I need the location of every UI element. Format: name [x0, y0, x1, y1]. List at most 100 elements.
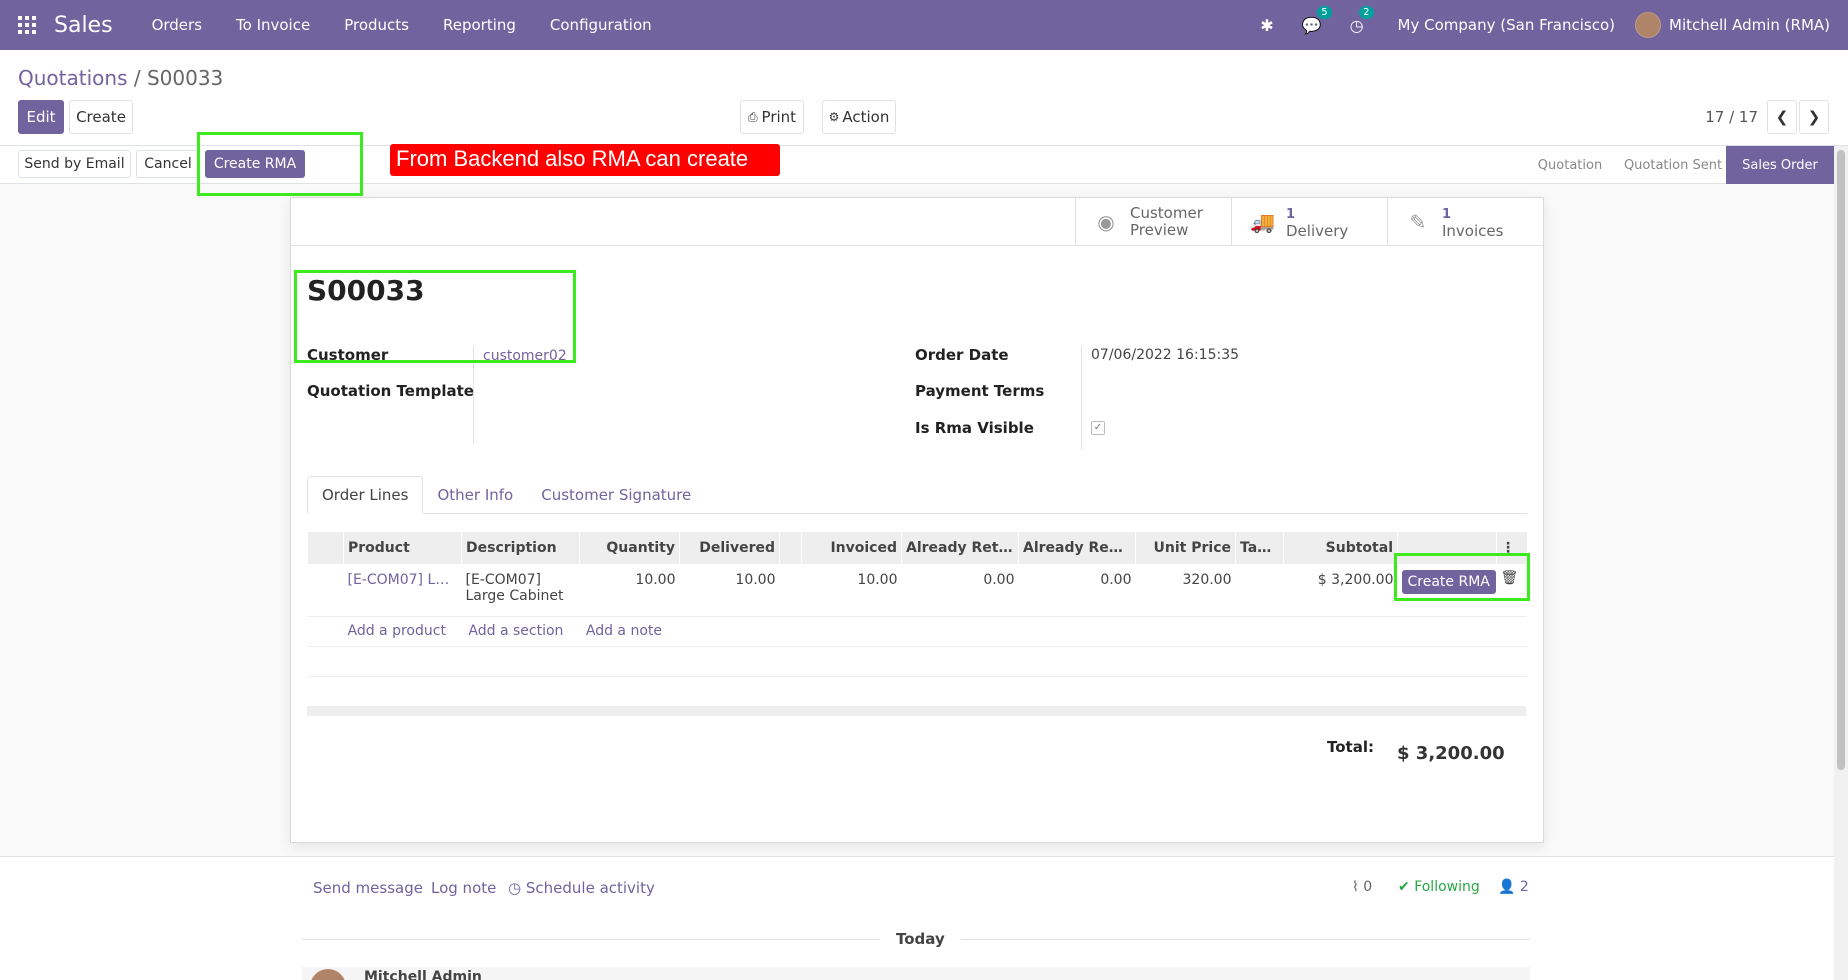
line-delivered[interactable]: 10.00	[680, 564, 780, 616]
nav-to-invoice[interactable]: To Invoice	[236, 16, 310, 34]
stat-button-box: ◉ Customer Preview 🚚 1 Delivery ✎ 1 Invoice…	[291, 198, 1543, 246]
following-button[interactable]: ✔ Following	[1398, 879, 1480, 895]
followers-button[interactable]: 👤 2	[1498, 879, 1529, 895]
pager-value[interactable]: 17 / 17	[1705, 108, 1758, 126]
stage-quotation[interactable]: Quotation	[1530, 146, 1610, 184]
message-row	[302, 967, 1530, 980]
debug-bug-icon[interactable]: ✱	[1260, 16, 1273, 35]
col-description[interactable]: Description	[461, 532, 580, 564]
globe-icon: ◉	[1097, 210, 1115, 234]
highlight-order-header	[294, 270, 576, 363]
clock-icon: ◷	[508, 879, 522, 897]
line-description-code: [E-COM07]	[465, 572, 542, 588]
nav-orders[interactable]: Orders	[152, 16, 202, 34]
nav-products[interactable]: Products	[344, 16, 409, 34]
add-section-link[interactable]: Add a section	[468, 623, 563, 639]
col-unit-price[interactable]: Unit Price	[1135, 532, 1236, 564]
app-brand[interactable]: Sales	[54, 13, 113, 38]
scrollbar[interactable]	[1834, 146, 1848, 980]
schedule-activity-label: Schedule activity	[525, 879, 655, 897]
add-note-link[interactable]: Add a note	[586, 623, 662, 639]
tab-order-lines[interactable]: Order Lines	[307, 476, 424, 514]
breadcrumb-current: S00033	[146, 66, 224, 90]
print-button[interactable]: ⎙ Print	[740, 100, 804, 134]
gear-icon: ⚙	[828, 110, 840, 124]
paperclip-icon: ⌇	[1352, 879, 1359, 895]
payment-terms-label: Payment Terms	[915, 382, 1045, 400]
col-product[interactable]: Product	[343, 532, 462, 564]
empty-cell	[308, 646, 1527, 676]
nav-configuration[interactable]: Configuration	[550, 16, 652, 34]
stage-sales-order[interactable]: Sales Order	[1726, 146, 1834, 184]
rma-visible-checkbox[interactable]: ✓	[1091, 421, 1105, 435]
order-date-field[interactable]: 07/06/2022 16:15:35	[1091, 347, 1239, 363]
apps-menu-icon[interactable]	[18, 16, 36, 34]
annotation-note: From Backend also RMA can create	[390, 144, 780, 176]
highlight-line-create-rma	[1394, 553, 1530, 601]
col-delivered[interactable]: Delivered	[679, 532, 780, 564]
row-handle	[308, 564, 344, 616]
company-switcher[interactable]: My Company (San Francisco)	[1398, 16, 1615, 34]
invoice-label: Invoices	[1442, 221, 1504, 240]
breadcrumb: Quotations / S00033	[18, 66, 223, 90]
line-subtotal: $ 3,200.00	[1317, 572, 1394, 588]
top-navbar: Sales Orders To Invoice Products Reporti…	[0, 0, 1848, 50]
line-taxes[interactable]	[1236, 564, 1284, 616]
user-avatar[interactable]	[1635, 12, 1662, 38]
order-date-label: Order Date	[915, 346, 1009, 364]
check-icon: ✔	[1398, 879, 1410, 895]
col-already-returned[interactable]: Already Retu…	[901, 532, 1019, 564]
date-separator-label: Today	[880, 930, 961, 948]
nav-reporting[interactable]: Reporting	[443, 16, 516, 34]
line-already-replaced: 0.00	[1100, 572, 1132, 588]
schedule-activity-button[interactable]: ◷ Schedule activity	[508, 879, 655, 897]
activity-badge: 2	[1359, 5, 1374, 19]
col-quantity[interactable]: Quantity	[579, 532, 680, 564]
line-description[interactable]: [E-COM07] Large Cabinet	[462, 564, 580, 616]
message-author[interactable]: Mitchell Admin	[364, 969, 482, 980]
col-taxes[interactable]: Tax…	[1235, 532, 1284, 564]
action-button[interactable]: ⚙ Action	[822, 100, 896, 134]
chat-badge: 5	[1317, 5, 1332, 19]
send-message-button[interactable]: Send message	[313, 879, 423, 897]
edit-invoice-icon: ✎	[1409, 210, 1427, 234]
user-menu[interactable]: Mitchell Admin (RMA)	[1669, 16, 1830, 34]
edit-button[interactable]: Edit	[18, 100, 64, 134]
stage-quotation-sent[interactable]: Quotation Sent	[1620, 146, 1726, 184]
send-by-email-button[interactable]: Send by Email	[18, 150, 131, 178]
scrollbar-thumb[interactable]	[1837, 150, 1845, 770]
followers-count: 2	[1519, 879, 1529, 895]
line-quantity[interactable]: 10.00	[580, 564, 680, 616]
line-unit-price[interactable]: 320.00	[1136, 564, 1236, 616]
cancel-button[interactable]: Cancel	[136, 150, 200, 178]
handle-col-header	[307, 532, 344, 564]
line-product[interactable]: [E-COM07] La…	[344, 564, 462, 616]
delivery-button[interactable]: 🚚 1 Delivery	[1231, 198, 1387, 246]
total-label: Total:	[1327, 738, 1374, 756]
attachments-button[interactable]: ⌇ 0	[1352, 879, 1372, 895]
rma-visible-label: Is Rma Visible	[915, 419, 1034, 437]
pager-previous-button[interactable]: ❮	[1767, 100, 1797, 134]
col-invoiced[interactable]: Invoiced	[801, 532, 902, 564]
activity-clock-icon[interactable]: ◷ 2	[1350, 5, 1374, 35]
line-already-returned: 0.00	[983, 572, 1015, 588]
create-button[interactable]: Create	[69, 100, 133, 134]
col-subtotal[interactable]: Subtotal	[1283, 532, 1398, 564]
add-line-row: Add a product Add a section Add a note	[307, 616, 1527, 646]
chat-icon[interactable]: 💬 5	[1302, 5, 1332, 35]
log-note-button[interactable]: Log note	[431, 879, 496, 897]
pager-next-button[interactable]: ❯	[1799, 100, 1829, 134]
breadcrumb-quotations[interactable]: Quotations	[18, 66, 127, 90]
col-already-replaced[interactable]: Already Repl…	[1018, 532, 1136, 564]
line-invoiced: 10.00	[857, 572, 898, 588]
col-spacer	[779, 532, 802, 564]
invoices-button[interactable]: ✎ 1 Invoices	[1387, 198, 1543, 246]
chatter: Send message Log note ◷ Schedule activit…	[0, 856, 1848, 980]
highlight-create-rma	[197, 132, 363, 196]
add-product-link[interactable]: Add a product	[348, 623, 446, 639]
tab-customer-signature[interactable]: Customer Signature	[527, 476, 705, 514]
customer-preview-button[interactable]: ◉ Customer Preview	[1075, 198, 1231, 246]
tab-other-info[interactable]: Other Info	[423, 476, 527, 514]
line-description-name: Large Cabinet	[465, 588, 564, 604]
table-row[interactable]: [E-COM07] La… [E-COM07] Large Cabinet 10.…	[307, 564, 1527, 616]
